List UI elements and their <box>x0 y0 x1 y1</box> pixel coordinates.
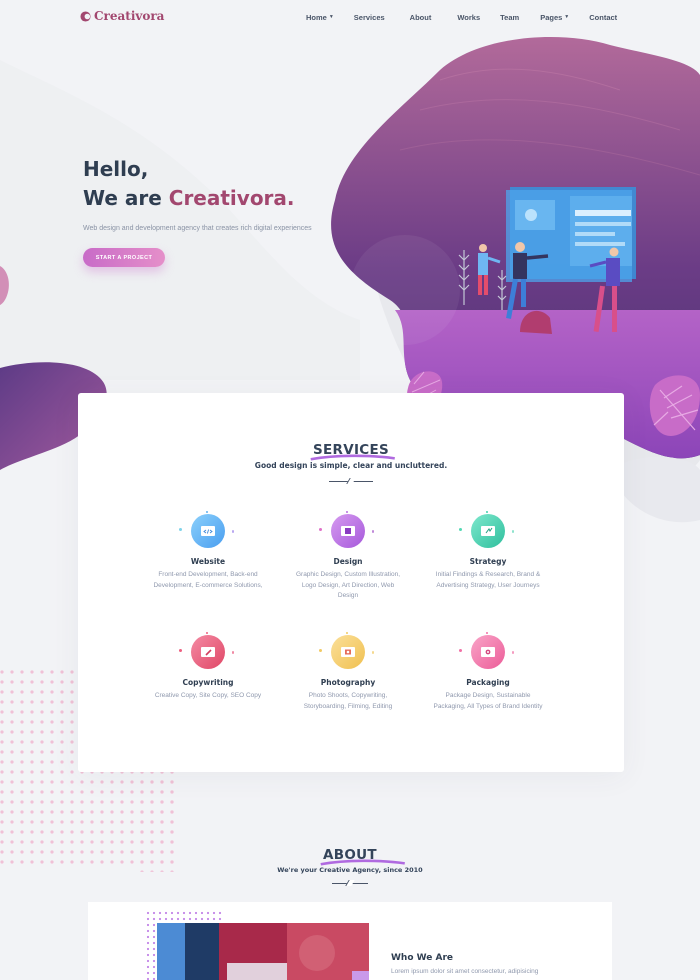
dot <box>371 651 374 654</box>
dot <box>179 528 182 531</box>
dot <box>319 649 322 652</box>
logo[interactable]: Creativora <box>80 9 164 23</box>
service-description: Graphic Design, Custom Illustration, Log… <box>295 571 401 599</box>
dot <box>511 530 514 533</box>
hero-greeting: Hello, <box>83 157 149 181</box>
service-description: Creative Copy, Site Copy, SEO Copy <box>154 692 262 699</box>
service-icon-wrap <box>458 632 518 672</box>
nav-item-label: Contact <box>589 12 618 22</box>
dot <box>231 530 234 533</box>
service-title: Design <box>333 557 363 566</box>
service-icon-wrap <box>318 632 378 672</box>
service-title: Strategy <box>469 557 507 566</box>
dot <box>206 511 208 513</box>
services-title: SERVICES <box>312 442 390 458</box>
logo-text: Creativora <box>94 9 165 23</box>
dot <box>459 649 462 652</box>
service-title: Copywriting <box>182 678 234 687</box>
service-copywriting[interactable]: Copywriting Creative Copy, Site Copy, SE… <box>148 632 268 702</box>
service-strategy[interactable]: Strategy Initial Findings & Research, Br… <box>428 511 548 591</box>
hero: Hello, We are Creativora. Web design and… <box>83 155 323 267</box>
services-header: SERVICES Good design is simple, clear an… <box>78 441 624 484</box>
dot <box>486 632 488 634</box>
nav-item-label: Works <box>457 12 481 22</box>
design-window-icon <box>331 514 365 548</box>
dot <box>346 632 348 634</box>
nav-item-about[interactable]: About <box>410 11 432 23</box>
service-title: Website <box>190 557 226 566</box>
service-icon-wrap <box>178 511 238 551</box>
dot <box>371 530 374 533</box>
service-design[interactable]: Design Graphic Design, Custom Illustrati… <box>288 511 408 602</box>
package-window-icon <box>471 635 505 669</box>
nav-item-label: About <box>409 12 432 22</box>
main-nav: Home ▼ Services About Works Team Pages ▼… <box>306 11 617 23</box>
services-subtitle: Good design is simple, clear and unclutt… <box>254 461 448 470</box>
hero-description: Web design and development agency that c… <box>83 225 312 232</box>
service-description: Initial Findings & Research, Brand & Adv… <box>435 571 541 589</box>
about-heading: Who We Are <box>391 953 454 963</box>
dot <box>179 649 182 652</box>
nav-item-contact[interactable]: Contact <box>589 11 617 23</box>
service-website[interactable]: Website Front-end Development, Back-end … <box>148 511 268 591</box>
start-project-button[interactable]: START A PROJECT <box>83 248 165 267</box>
dot <box>511 651 514 654</box>
dot <box>459 528 462 531</box>
service-title: Packaging <box>466 678 510 687</box>
about-text: Lorem ipsum dolor sit amet consectetur, … <box>391 968 539 975</box>
service-title: Photography <box>320 678 376 687</box>
pen-window-icon <box>191 635 225 669</box>
chevron-down-icon: ▼ <box>564 14 570 20</box>
divider <box>332 880 368 886</box>
services-section: SERVICES Good design is simple, clear an… <box>78 393 624 772</box>
photo-window-icon <box>331 635 365 669</box>
logo-mark-icon <box>80 10 91 22</box>
nav-item-services[interactable]: Services <box>354 11 385 23</box>
dot <box>319 528 322 531</box>
nav-item-works[interactable]: Works <box>457 11 480 23</box>
about-image <box>157 923 369 980</box>
nav-item-pages[interactable]: Pages ▼ <box>540 11 569 23</box>
nav-item-label: Home <box>306 12 327 22</box>
service-packaging[interactable]: Packaging Package Design, Sustainable Pa… <box>428 632 548 712</box>
chevron-down-icon: ▼ <box>328 14 334 20</box>
section-title: ABOUT <box>320 847 405 866</box>
strategy-window-icon <box>471 514 505 548</box>
dot <box>486 511 488 513</box>
hero-title-prefix: We are <box>83 186 169 210</box>
section-title: SERVICES <box>310 442 395 461</box>
service-photography[interactable]: Photography Photo Shoots, Copywriting, S… <box>288 632 408 712</box>
nav-item-team[interactable]: Team <box>500 11 519 23</box>
hero-title: Hello, We are Creativora. <box>83 155 323 213</box>
dot <box>346 511 348 513</box>
nav-item-label: Team <box>500 12 520 22</box>
service-description: Front-end Development, Back-end Developm… <box>153 571 263 589</box>
dot <box>231 651 234 654</box>
about-title: ABOUT <box>323 847 377 863</box>
about-header: ABOUT We're your Creative Agency, since … <box>0 846 700 886</box>
nav-item-label: Services <box>353 12 385 22</box>
service-icon-wrap <box>178 632 238 672</box>
nav-item-home[interactable]: Home ▼ <box>306 11 334 23</box>
site-header: Creativora Home ▼ Services About Works T… <box>0 0 700 34</box>
service-description: Photo Shoots, Copywriting, Storyboarding… <box>303 692 393 710</box>
hero-brand: Creativora. <box>168 186 295 210</box>
nav-item-label: Pages <box>540 12 563 22</box>
service-icon-wrap <box>458 511 518 551</box>
service-description: Package Design, Sustainable Packaging, A… <box>433 692 543 710</box>
service-icon-wrap <box>318 511 378 551</box>
dot <box>206 632 208 634</box>
code-window-icon <box>191 514 225 548</box>
about-subtitle: We're your Creative Agency, since 2010 <box>277 866 423 874</box>
divider <box>329 478 373 484</box>
